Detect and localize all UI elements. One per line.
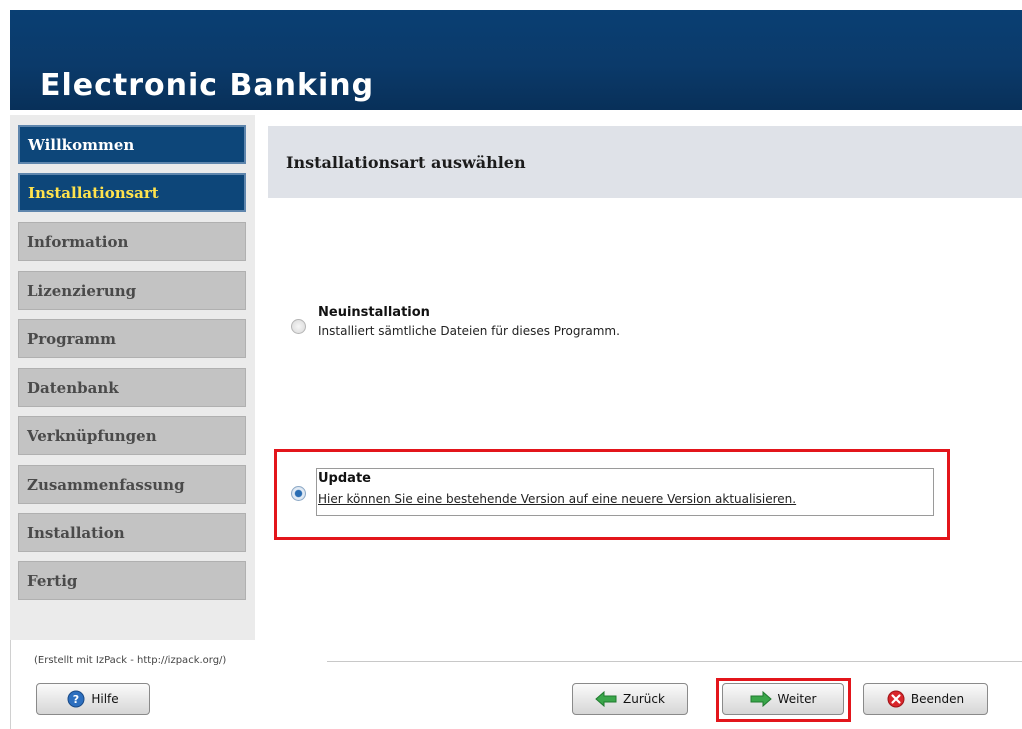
footer-divider-vertical bbox=[10, 640, 11, 729]
back-button[interactable]: Zurück bbox=[572, 683, 688, 715]
step-willkommen: Willkommen bbox=[18, 125, 246, 164]
step-installationsart: Installationsart bbox=[18, 173, 246, 212]
arrow-left-icon bbox=[595, 691, 617, 707]
arrow-right-icon bbox=[750, 691, 772, 707]
window-left-edge bbox=[0, 0, 10, 729]
quit-button-label: Beenden bbox=[910, 692, 965, 706]
step-verknuepfungen: Verknüpfungen bbox=[18, 416, 246, 455]
step-datenbank: Datenbank bbox=[18, 368, 246, 407]
radio-update[interactable] bbox=[291, 486, 306, 501]
footer-divider bbox=[327, 661, 1022, 662]
option-update-description[interactable]: Hier können Sie eine bestehende Version … bbox=[318, 492, 796, 506]
panel-title: Installationsart auswählen bbox=[268, 126, 1022, 198]
app-header: Electronic Banking bbox=[10, 10, 1022, 110]
step-lizenzierung: Lizenzierung bbox=[18, 271, 246, 310]
next-button[interactable]: Weiter bbox=[722, 683, 844, 715]
radio-neuinstallation[interactable] bbox=[291, 319, 306, 334]
app-title: Electronic Banking bbox=[40, 68, 375, 103]
help-button-label: Hilfe bbox=[91, 692, 119, 706]
step-installation: Installation bbox=[18, 513, 246, 552]
close-icon bbox=[887, 690, 905, 708]
option-neuinstallation-title[interactable]: Neuinstallation bbox=[318, 305, 430, 320]
step-information: Information bbox=[18, 222, 246, 261]
izpack-credit: (Erstellt mit IzPack - http://izpack.org… bbox=[34, 655, 227, 666]
quit-button[interactable]: Beenden bbox=[863, 683, 988, 715]
option-update-title[interactable]: Update bbox=[318, 471, 371, 486]
next-button-label: Weiter bbox=[777, 692, 817, 706]
back-button-label: Zurück bbox=[623, 692, 665, 706]
svg-text:?: ? bbox=[73, 693, 79, 706]
step-fertig: Fertig bbox=[18, 561, 246, 600]
option-neuinstallation-description[interactable]: Installiert sämtliche Dateien für dieses… bbox=[318, 324, 620, 338]
step-programm: Programm bbox=[18, 319, 246, 358]
step-zusammenfassung: Zusammenfassung bbox=[18, 465, 246, 504]
help-button[interactable]: ? Hilfe bbox=[36, 683, 150, 715]
help-icon: ? bbox=[67, 690, 85, 708]
step-sidebar: Willkommen Installationsart Information … bbox=[10, 115, 255, 640]
